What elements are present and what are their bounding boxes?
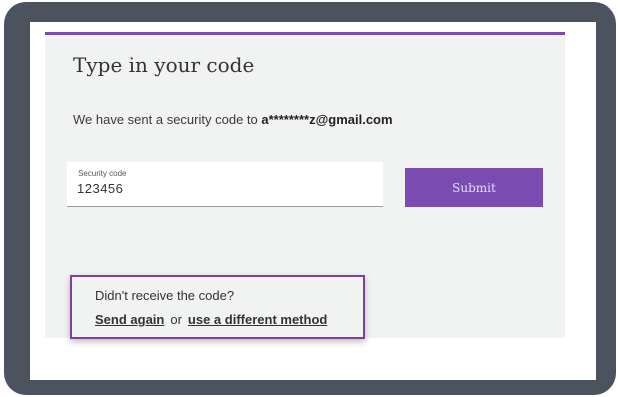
different-method-link[interactable]: use a different method [188,312,327,327]
send-again-link[interactable]: Send again [95,312,164,327]
or-separator: or [170,312,182,327]
resend-question: Didn't receive the code? [95,288,235,303]
sent-message: We have sent a security code to a*******… [73,112,393,127]
resend-highlight-box: Didn't receive the code? Send again or use… [70,275,365,339]
device-frame: Type in your code We have sent a securit… [4,2,616,395]
screen: Type in your code We have sent a securit… [30,22,596,380]
masked-email: a********z@gmail.com [261,112,393,127]
page-title: Type in your code [73,53,255,77]
submit-button[interactable]: Submit [405,168,543,207]
resend-links: Send again or use a different method [95,312,327,327]
security-code-label: Security code [78,169,127,178]
security-code-input[interactable] [77,181,357,196]
sent-message-prefix: We have sent a security code to [73,112,262,127]
security-code-field[interactable]: Security code [67,162,383,207]
verification-card: Type in your code We have sent a securit… [45,32,565,339]
